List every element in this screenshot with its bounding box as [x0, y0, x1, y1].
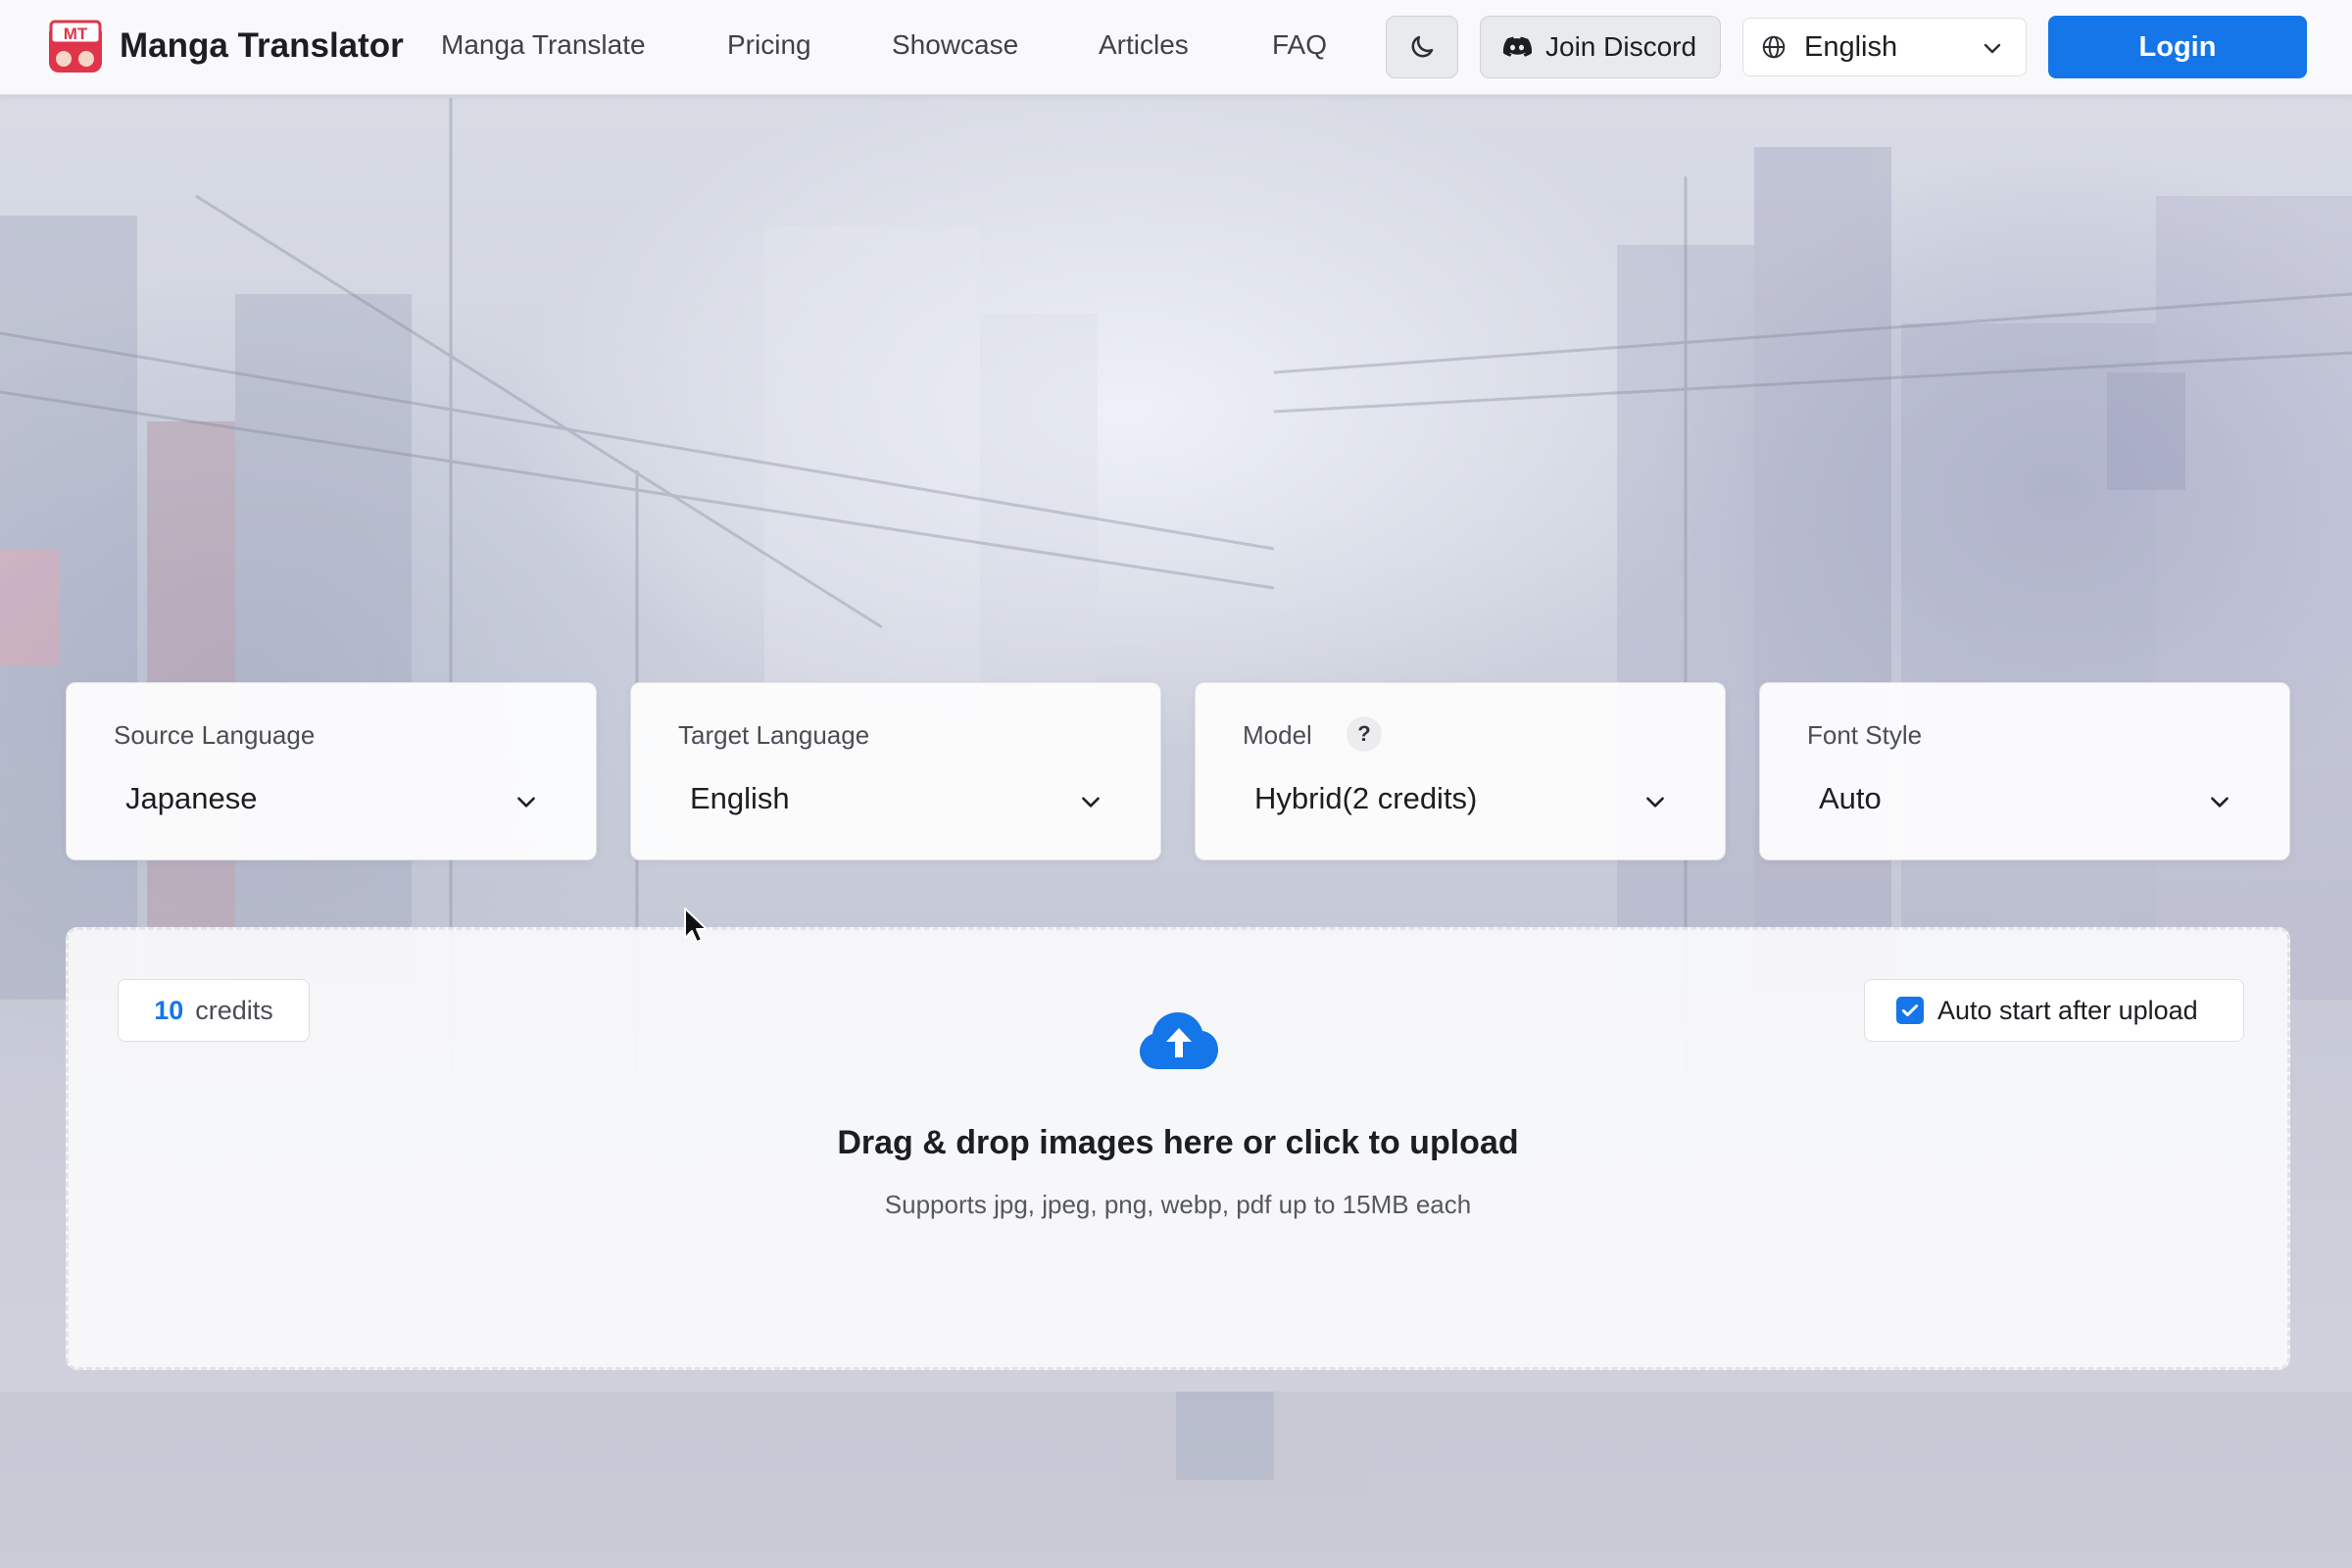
theme-toggle-button[interactable]	[1386, 16, 1458, 78]
font-style-value: Auto	[1819, 781, 1882, 815]
upload-subtitle: Supports jpg, jpeg, png, webp, pdf up to…	[884, 1190, 1472, 1219]
nav-link-showcase[interactable]: Showcase	[892, 29, 1018, 61]
credits-badge: 10 credits	[118, 979, 310, 1042]
source-language-value: Japanese	[125, 781, 258, 815]
nav-link-pricing[interactable]: Pricing	[727, 29, 811, 61]
logo-text: MT	[64, 24, 88, 43]
discord-icon	[1502, 36, 1532, 57]
chevron-down-icon	[2211, 797, 2229, 808]
join-discord-button[interactable]: Join Discord	[1480, 16, 1721, 78]
join-discord-label: Join Discord	[1545, 31, 1697, 62]
nav-link-manga-translate[interactable]: Manga Translate	[441, 29, 646, 61]
chevron-down-icon	[1646, 797, 1664, 808]
font-style-label: Font Style	[1807, 720, 1923, 750]
source-language-select[interactable]: Source Language Japanese	[66, 682, 597, 860]
credits-label: credits	[195, 995, 273, 1025]
font-style-select[interactable]: Font Style Auto	[1759, 682, 2290, 860]
chevron-down-icon	[1984, 43, 2001, 54]
mouse-cursor-icon	[684, 907, 708, 943]
brand-name[interactable]: Manga Translator	[120, 26, 404, 66]
model-label: Model	[1243, 720, 1312, 750]
chevron-down-icon	[517, 797, 535, 808]
nav-link-articles[interactable]: Articles	[1099, 29, 1189, 61]
globe-icon	[1762, 35, 1786, 59]
checkmark-icon	[1901, 1004, 1919, 1017]
login-button[interactable]: Login	[2048, 16, 2307, 78]
chevron-down-icon	[1082, 797, 1100, 808]
model-value: Hybrid(2 credits)	[1254, 781, 1478, 815]
nav-link-faq[interactable]: FAQ	[1272, 29, 1327, 61]
model-help-icon[interactable]: ?	[1347, 716, 1382, 752]
auto-start-checkbox[interactable]: Auto start after upload	[1864, 979, 2244, 1042]
target-language-value: English	[690, 781, 790, 815]
auto-start-label: Auto start after upload	[1937, 995, 2198, 1025]
source-language-label: Source Language	[114, 720, 316, 750]
logo-icon[interactable]: MT	[47, 20, 104, 74]
target-language-label: Target Language	[678, 720, 870, 750]
target-language-select[interactable]: Target Language English	[630, 682, 1161, 860]
moon-icon	[1411, 35, 1434, 58]
cloud-upload-icon	[1140, 1012, 1218, 1069]
model-select[interactable]: Model ? Hybrid(2 credits)	[1195, 682, 1726, 860]
language-select[interactable]: English	[1742, 18, 2027, 76]
upload-title: Drag & drop images here or click to uplo…	[837, 1124, 1519, 1161]
credits-count: 10	[154, 995, 184, 1025]
top-navbar: MT Manga Translator Manga Translate Pric…	[0, 0, 2352, 95]
upload-dropzone[interactable]: 10 credits Auto start after upload Drag …	[66, 927, 2290, 1370]
language-select-value: English	[1804, 30, 1898, 63]
checkbox-checked[interactable]	[1896, 997, 1924, 1024]
